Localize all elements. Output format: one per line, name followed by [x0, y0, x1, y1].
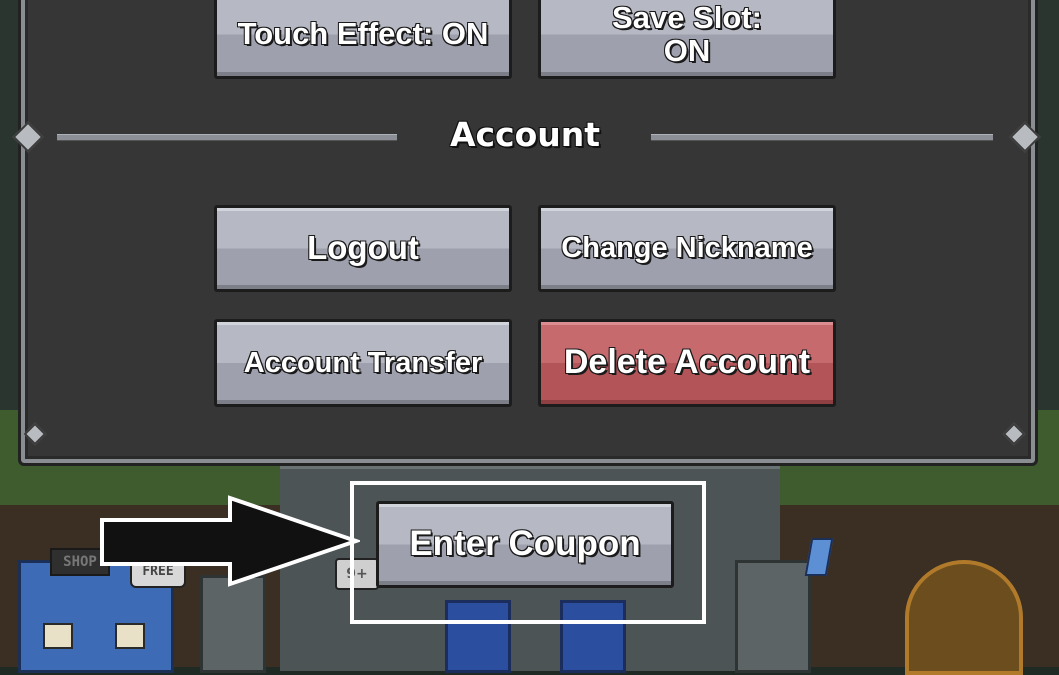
account-transfer-button[interactable]: Account Transfer: [214, 319, 512, 407]
save-slot-button[interactable]: Save Slot: ON: [538, 0, 836, 79]
save-slot-label: Save Slot: ON: [612, 0, 762, 68]
wreath-emblem-icon: [905, 560, 1023, 675]
change-nickname-button[interactable]: Change Nickname: [538, 205, 836, 292]
house-window: [43, 623, 73, 649]
corner-gem-icon: [23, 422, 47, 446]
delete-account-label: Delete Account: [563, 343, 811, 382]
logout-button[interactable]: Logout: [214, 205, 512, 292]
account-section-title: Account: [449, 115, 601, 154]
corner-gem-icon: [1009, 121, 1041, 153]
castle-tower-left: [200, 575, 266, 673]
section-divider-right: [651, 134, 993, 141]
corner-gem-icon: [12, 121, 44, 153]
touch-effect-label: Touch Effect: ON: [237, 16, 489, 52]
castle-tower-right: [735, 560, 811, 673]
house-window: [115, 623, 145, 649]
touch-effect-button[interactable]: Touch Effect: ON: [214, 0, 512, 79]
account-transfer-label: Account Transfer: [243, 346, 483, 379]
arrow-right-icon: [100, 495, 360, 587]
corner-gem-icon: [1002, 422, 1026, 446]
delete-account-button[interactable]: Delete Account: [538, 319, 836, 407]
change-nickname-label: Change Nickname: [561, 232, 813, 265]
settings-panel: [12, 0, 1041, 466]
section-divider-left: [57, 134, 397, 141]
logout-label: Logout: [307, 229, 419, 267]
highlight-outline: [350, 481, 706, 624]
